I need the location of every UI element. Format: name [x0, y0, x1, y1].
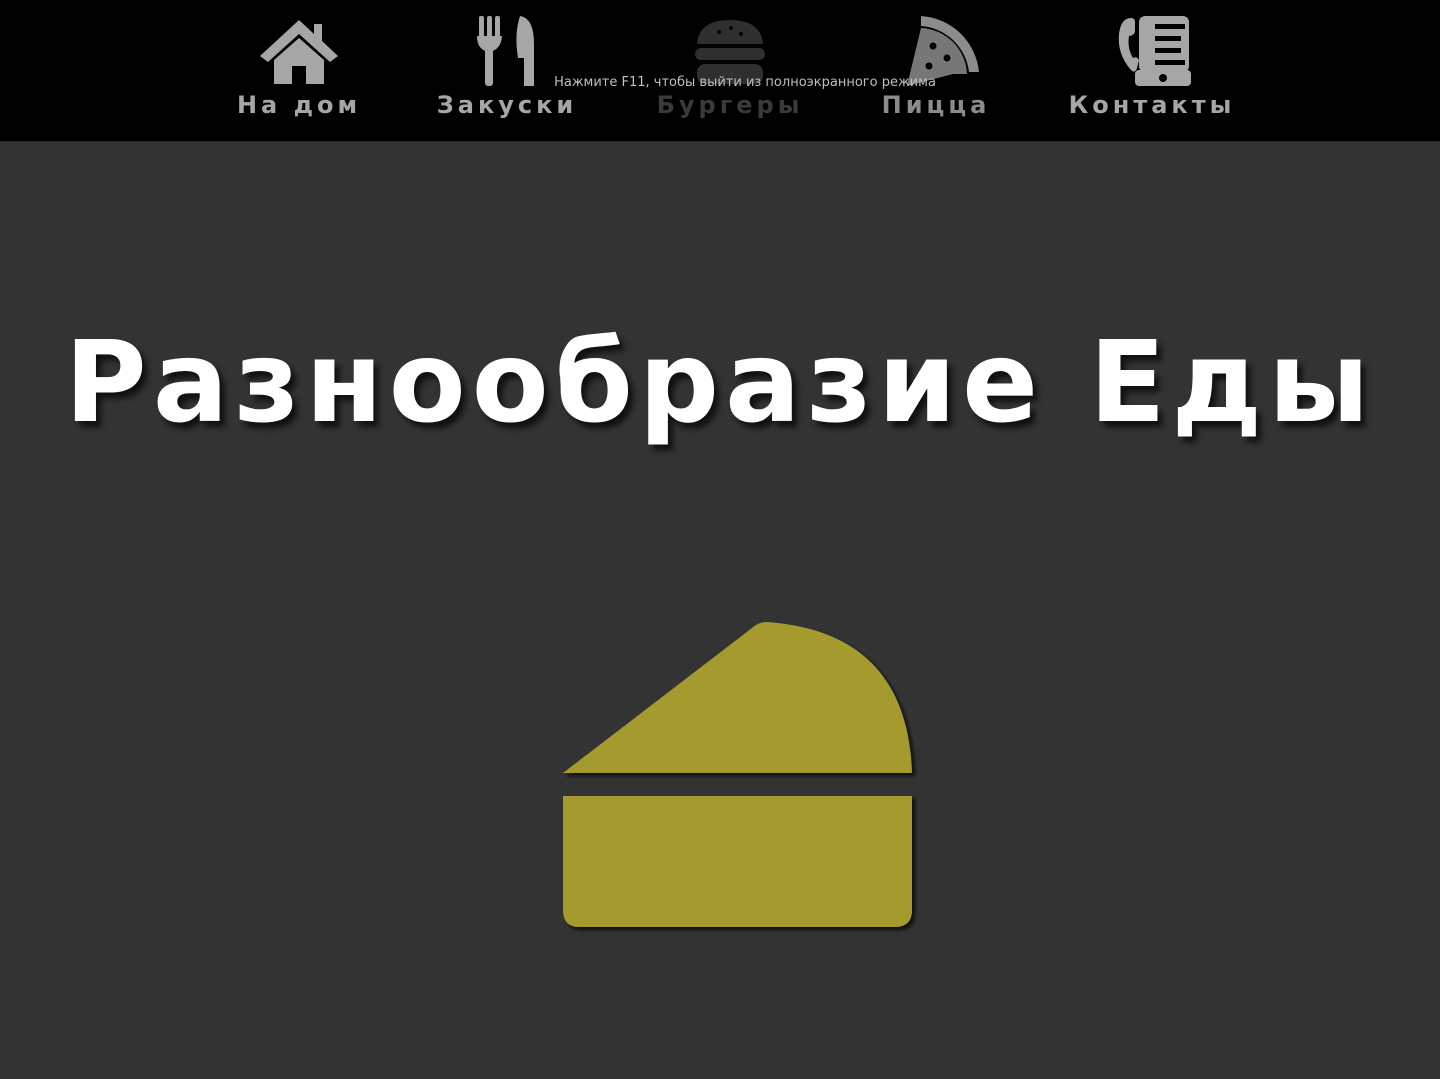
- hero-title: Разнообразие Еды: [64, 318, 1376, 448]
- pizza-icon: [891, 14, 981, 90]
- nav-label-burgers: Бургеры: [656, 91, 804, 119]
- nav-item-snacks[interactable]: Закуски: [433, 0, 581, 141]
- cake-slice-icon: [555, 612, 925, 942]
- nav-label-contacts: Контакты: [1068, 91, 1236, 119]
- nav-item-contacts[interactable]: Контакты: [1064, 0, 1240, 141]
- burger-icon: [685, 14, 775, 90]
- top-navigation: На дом Закуски Бургеры Пицца Контакты На…: [0, 0, 1440, 142]
- nav-label-pizza: Пицца: [881, 91, 991, 119]
- nav-item-burgers[interactable]: Бургеры: [650, 0, 810, 141]
- nav-item-home[interactable]: На дом: [233, 0, 365, 141]
- nav-label-snacks: Закуски: [436, 91, 578, 119]
- nav-item-pizza[interactable]: Пицца: [873, 0, 999, 141]
- home-icon: [254, 14, 344, 90]
- nav-label-home: На дом: [236, 91, 362, 119]
- fork-knife-icon: [462, 14, 552, 90]
- phone-icon: [1107, 14, 1197, 90]
